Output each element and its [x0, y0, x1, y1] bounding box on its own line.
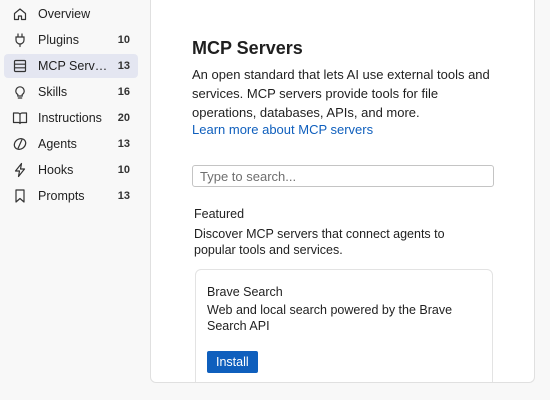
sidebar-item-count: 16: [117, 86, 130, 98]
sidebar: Overview Plugins 10 MCP Serv… 13 Skills …: [0, 0, 142, 400]
sidebar-item-label: Agents: [38, 137, 77, 151]
sidebar-item-label: Instructions: [38, 111, 102, 125]
sidebar-item-count: 10: [117, 164, 130, 176]
sidebar-item-label: Plugins: [38, 33, 79, 47]
sidebar-item-skills[interactable]: Skills 16: [4, 80, 138, 104]
sidebar-item-label: Prompts: [38, 189, 85, 203]
plug-icon: [12, 32, 28, 48]
server-icon: [12, 58, 28, 74]
sidebar-item-label: Overview: [38, 7, 91, 21]
featured-description: Discover MCP servers that connect agents…: [194, 227, 445, 257]
main-panel: MCP Servers An open standard that lets A…: [150, 0, 535, 383]
sidebar-item-label: MCP Serv…: [38, 59, 108, 73]
featured-heading: Featured: [194, 207, 245, 221]
sidebar-item-mcp-servers[interactable]: MCP Serv… 13: [4, 54, 138, 78]
sidebar-item-count: 13: [117, 138, 130, 150]
sidebar-item-plugins[interactable]: Plugins 10: [4, 28, 138, 52]
server-card-brave-search[interactable]: Brave Search Web and local search powere…: [195, 269, 493, 382]
sidebar-item-overview[interactable]: Overview: [4, 2, 138, 26]
sidebar-item-prompts[interactable]: Prompts 13: [4, 184, 138, 208]
agent-icon: [12, 136, 28, 152]
lightbulb-icon: [12, 84, 28, 100]
sidebar-item-count: 13: [117, 60, 130, 72]
sidebar-item-hooks[interactable]: Hooks 10: [4, 158, 138, 182]
sidebar-item-instructions[interactable]: Instructions 20: [4, 106, 138, 130]
page-description: An open standard that lets AI use extern…: [192, 67, 490, 120]
card-title: Brave Search: [207, 285, 283, 299]
sidebar-item-label: Hooks: [38, 163, 74, 177]
sidebar-item-count: 10: [117, 34, 130, 46]
page-title: MCP Servers: [192, 38, 303, 58]
sidebar-item-count: 20: [117, 112, 130, 124]
book-icon: [12, 110, 28, 126]
lightning-icon: [12, 162, 28, 178]
search-input[interactable]: [192, 165, 494, 187]
sidebar-item-label: Skills: [38, 85, 68, 99]
learn-more-link[interactable]: Learn more about MCP servers: [192, 122, 373, 137]
install-button[interactable]: Install: [207, 351, 258, 373]
sidebar-item-agents[interactable]: Agents 13: [4, 132, 138, 156]
sidebar-item-count: 13: [117, 190, 130, 202]
bookmark-icon: [12, 188, 28, 204]
home-icon: [12, 6, 28, 22]
card-description: Web and local search powered by the Brav…: [207, 303, 453, 333]
